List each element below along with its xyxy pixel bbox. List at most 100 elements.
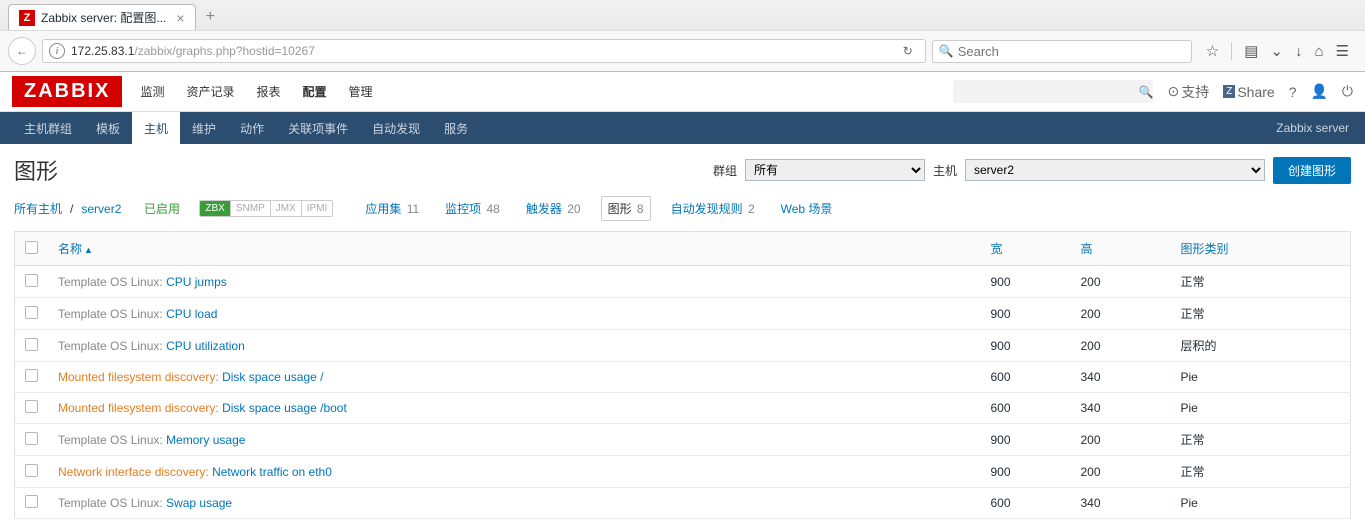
main-nav-item[interactable]: 资产记录 <box>184 73 236 110</box>
graph-link[interactable]: Network traffic on eth0 <box>212 465 332 479</box>
download-icon[interactable]: ↓ <box>1295 43 1303 60</box>
table-row: Template OS Linux: CPU utilization900200… <box>15 330 1351 362</box>
width-cell: 600 <box>981 393 1071 424</box>
sub-nav-item[interactable]: 关联项事件 <box>276 112 360 145</box>
share-link[interactable]: Z Share <box>1223 84 1274 100</box>
close-icon[interactable]: × <box>176 10 184 26</box>
template-link[interactable]: Template OS Linux <box>58 275 159 289</box>
availability-badge: ZBX <box>200 201 230 216</box>
col-height[interactable]: 高 <box>1071 232 1171 266</box>
create-graph-button[interactable]: 创建图形 <box>1273 157 1351 184</box>
height-cell: 340 <box>1071 362 1171 393</box>
main-nav-item[interactable]: 报表 <box>254 73 282 110</box>
search-input[interactable] <box>958 44 1185 59</box>
info-icon[interactable]: i <box>49 43 65 59</box>
template-link[interactable]: Mounted filesystem discovery <box>58 370 215 384</box>
height-cell: 200 <box>1071 298 1171 330</box>
app-search-input[interactable] <box>961 84 1138 99</box>
divider <box>1231 42 1232 60</box>
template-link[interactable]: Mounted filesystem discovery <box>58 401 215 415</box>
host-tab[interactable]: 自动发现规则 2 <box>665 197 761 220</box>
graph-link[interactable]: Disk space usage / <box>222 370 323 384</box>
sub-nav-item[interactable]: 模板 <box>84 112 132 145</box>
app-search[interactable]: 🔍 <box>953 80 1153 103</box>
bookmark-icon[interactable]: ☆ <box>1206 42 1219 60</box>
row-checkbox[interactable] <box>25 369 38 382</box>
select-all-checkbox[interactable] <box>25 241 38 254</box>
host-tab[interactable]: Web 场景 <box>775 197 839 220</box>
menu-icon[interactable]: ☰ <box>1336 42 1349 60</box>
template-link[interactable]: Template OS Linux <box>58 339 159 353</box>
breadcrumb-host[interactable]: server2 <box>81 202 121 216</box>
main-nav-item[interactable]: 配置 <box>301 73 329 110</box>
reload-icon[interactable]: ↻ <box>897 44 919 58</box>
row-checkbox[interactable] <box>25 400 38 413</box>
sub-nav-item[interactable]: 自动发现 <box>360 112 432 145</box>
graph-link[interactable]: Disk space usage /boot <box>222 401 347 415</box>
host-select[interactable]: server2 <box>965 159 1265 181</box>
type-cell: Pie <box>1171 362 1351 393</box>
table-row: Template OS Linux: CPU jumps900200正常 <box>15 266 1351 298</box>
sub-nav-item[interactable]: 主机群组 <box>12 112 84 145</box>
table-row: Template OS Linux: Swap usage600340Pie <box>15 488 1351 519</box>
host-label: 主机 <box>933 162 957 179</box>
host-tab[interactable]: 应用集 11 <box>359 197 425 220</box>
col-width[interactable]: 宽 <box>981 232 1071 266</box>
sub-nav-item[interactable]: 服务 <box>432 112 480 145</box>
url-input[interactable]: i 172.25.83.1/zabbix/graphs.php?hostid=1… <box>42 39 926 63</box>
sub-nav-item[interactable]: 主机 <box>132 112 180 145</box>
host-tab[interactable]: 图形 8 <box>601 196 651 221</box>
user-icon[interactable]: 👤 <box>1310 83 1327 100</box>
row-checkbox[interactable] <box>25 274 38 287</box>
host-tab[interactable]: 触发器 20 <box>520 197 587 220</box>
breadcrumb-all-hosts[interactable]: 所有主机 <box>14 200 62 217</box>
sub-nav-item[interactable]: 动作 <box>228 112 276 145</box>
col-name[interactable]: 名称▲ <box>48 232 981 266</box>
search-icon[interactable]: 🔍 <box>1138 85 1153 99</box>
pocket-icon[interactable]: ⌄ <box>1270 42 1283 60</box>
height-cell: 200 <box>1071 330 1171 362</box>
separator: / <box>70 202 73 216</box>
type-cell: 正常 <box>1171 266 1351 298</box>
graph-link[interactable]: CPU jumps <box>166 275 227 289</box>
row-checkbox[interactable] <box>25 338 38 351</box>
home-icon[interactable]: ⌂ <box>1314 43 1323 60</box>
zabbix-logo[interactable]: ZABBIX <box>12 76 122 107</box>
power-icon[interactable]: ⏻ <box>1342 83 1353 100</box>
row-checkbox[interactable] <box>25 495 38 508</box>
availability-badge: SNMP <box>231 201 271 216</box>
type-cell: 层积的 <box>1171 330 1351 362</box>
main-nav-item[interactable]: 管理 <box>347 73 375 110</box>
availability-badge: JMX <box>271 201 302 216</box>
host-tab[interactable]: 监控项 48 <box>439 197 506 220</box>
browser-search[interactable]: 🔍 <box>932 40 1192 63</box>
width-cell: 600 <box>981 362 1071 393</box>
col-type[interactable]: 图形类别 <box>1171 232 1351 266</box>
height-cell: 200 <box>1071 456 1171 488</box>
url-host: 172.25.83.1 <box>71 44 134 58</box>
library-icon[interactable]: ▤ <box>1244 42 1258 60</box>
template-link[interactable]: Template OS Linux <box>58 307 159 321</box>
group-select[interactable]: 所有 <box>745 159 925 181</box>
template-link[interactable]: Network interface discovery <box>58 465 205 479</box>
back-button[interactable]: ← <box>8 37 36 65</box>
row-checkbox[interactable] <box>25 432 38 445</box>
help-icon[interactable]: ? <box>1289 84 1297 100</box>
type-cell: 正常 <box>1171 424 1351 456</box>
graph-link[interactable]: Memory usage <box>166 433 245 447</box>
main-nav-item[interactable]: 监测 <box>138 73 166 110</box>
height-cell: 340 <box>1071 488 1171 519</box>
graph-link[interactable]: CPU load <box>166 307 217 321</box>
sub-nav-item[interactable]: 维护 <box>180 112 228 145</box>
support-link[interactable]: ⊙ 支持 <box>1167 82 1209 102</box>
row-checkbox[interactable] <box>25 464 38 477</box>
row-checkbox[interactable] <box>25 306 38 319</box>
template-link[interactable]: Template OS Linux <box>58 433 159 447</box>
graph-link[interactable]: CPU utilization <box>166 339 245 353</box>
graph-link[interactable]: Swap usage <box>166 496 232 510</box>
url-path: /zabbix/graphs.php?hostid=10267 <box>134 44 314 58</box>
browser-tab[interactable]: Z Zabbix server: 配置图... × <box>8 4 196 30</box>
table-row: Mounted filesystem discovery: Disk space… <box>15 393 1351 424</box>
new-tab-button[interactable]: + <box>198 4 223 30</box>
template-link[interactable]: Template OS Linux <box>58 496 159 510</box>
